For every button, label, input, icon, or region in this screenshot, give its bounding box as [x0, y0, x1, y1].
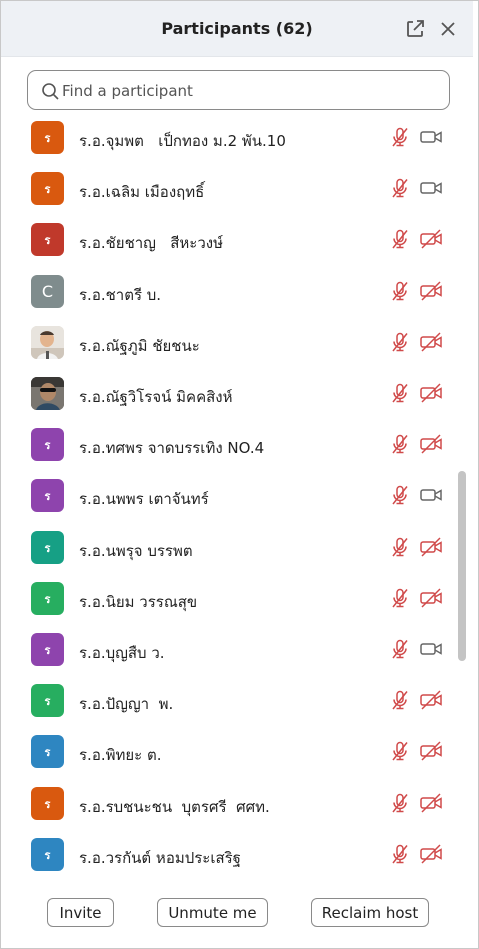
avatar: ร — [31, 172, 64, 205]
avatar: ร — [31, 531, 64, 564]
participant-name: ร.อ.พิทยะ ต. — [79, 746, 162, 764]
panel-title: Participants (62) — [161, 19, 313, 38]
mic-muted-icon[interactable] — [389, 331, 411, 353]
participant-name: ร.อ.วรกันต์ หอมประเสริฐ — [79, 849, 241, 867]
video-off-icon[interactable] — [419, 843, 443, 865]
participant-name: ร.อ.ปัญญา พ. — [79, 695, 174, 713]
participant-name: ร.อ.บุญสืบ ว. — [79, 644, 165, 662]
video-camera-icon[interactable] — [419, 126, 443, 148]
scrollbar-thumb[interactable] — [458, 471, 466, 661]
participant-row[interactable]: ร ร.อ.ทศพร จาดบรรเทิง NO.4 — [1, 420, 466, 471]
search-box — [27, 70, 450, 110]
avatar: ร — [31, 838, 64, 871]
mic-muted-icon[interactable] — [389, 843, 411, 865]
video-off-icon[interactable] — [419, 433, 443, 455]
popout-icon[interactable] — [404, 18, 426, 40]
participant-name: ร.อ.นิยม วรรณสุข — [79, 593, 198, 611]
mic-muted-icon[interactable] — [389, 382, 411, 404]
avatar: ร — [31, 479, 64, 512]
video-camera-icon[interactable] — [419, 638, 443, 660]
participant-row[interactable]: ร.อ.ณัฐภูมิ ชัยชนะ — [1, 318, 466, 369]
video-off-icon[interactable] — [419, 331, 443, 353]
avatar-photo — [31, 326, 64, 359]
unmute-me-button[interactable]: Unmute me — [157, 898, 268, 927]
participants-panel: Participants (62) ร ร.อ.จุมพต เป็กทอง ม.2… — [0, 0, 479, 949]
participant-row[interactable]: ร ร.อ.วรกันต์ หอมประเสริฐ — [1, 830, 466, 879]
participant-name: ร.อ.นพรุจ บรรพต — [79, 542, 193, 560]
avatar: ร — [31, 787, 64, 820]
mic-muted-icon[interactable] — [389, 689, 411, 711]
avatar: ร — [31, 582, 64, 615]
video-off-icon[interactable] — [419, 228, 443, 250]
video-camera-icon[interactable] — [419, 177, 443, 199]
panel-footer: Invite Unmute me Reclaim host — [1, 881, 473, 941]
video-off-icon[interactable] — [419, 382, 443, 404]
participant-name: ร.อ.จุมพต เป็กทอง ม.2 พัน.10 — [79, 132, 286, 150]
video-off-icon[interactable] — [419, 792, 443, 814]
avatar: ร — [31, 428, 64, 461]
mic-muted-icon[interactable] — [389, 638, 411, 660]
participant-row[interactable]: ร ร.อ.จุมพต เป็กทอง ม.2 พัน.10 — [1, 113, 466, 164]
participant-row[interactable]: ร ร.อ.นพรุจ บรรพต — [1, 523, 466, 574]
mic-muted-icon[interactable] — [389, 433, 411, 455]
avatar: ร — [31, 684, 64, 717]
participant-row[interactable]: ร ร.อ.ชัยชาญ สีหะวงษ์ — [1, 215, 466, 266]
mic-muted-icon[interactable] — [389, 484, 411, 506]
mic-muted-icon[interactable] — [389, 792, 411, 814]
video-off-icon[interactable] — [419, 587, 443, 609]
participant-row[interactable]: ร ร.อ.นพพร เตาจันทร์ — [1, 471, 466, 522]
participant-name: ร.อ.ชาตรี บ. — [79, 286, 162, 304]
participant-row[interactable]: ร ร.อ.พิทยะ ต. — [1, 727, 466, 778]
invite-button[interactable]: Invite — [47, 898, 114, 927]
video-off-icon[interactable] — [419, 689, 443, 711]
participant-row[interactable]: ร ร.อ.รบชนะชน บุตรศรี ศศท. — [1, 779, 466, 830]
participant-name: ร.อ.นพพร เตาจันทร์ — [79, 490, 209, 508]
video-off-icon[interactable] — [419, 740, 443, 762]
participant-name: ร.อ.ทศพร จาดบรรเทิง NO.4 — [79, 439, 265, 457]
panel-header: Participants (62) — [1, 1, 473, 57]
mic-muted-icon[interactable] — [389, 587, 411, 609]
avatar: ร — [31, 633, 64, 666]
participant-name: ร.อ.เฉลิม เมืองฤทธิ์ — [79, 183, 205, 201]
mic-muted-icon[interactable] — [389, 740, 411, 762]
participant-row[interactable]: ร.อ.ณัฐวิโรจน์ มิคคสิงห์ — [1, 369, 466, 420]
participant-row[interactable]: ร ร.อ.เฉลิม เมืองฤทธิ์ — [1, 164, 466, 215]
participant-name: ร.อ.ณัฐภูมิ ชัยชนะ — [79, 337, 200, 355]
mic-muted-icon[interactable] — [389, 280, 411, 302]
mic-muted-icon[interactable] — [389, 228, 411, 250]
avatar: C — [31, 275, 64, 308]
search-input[interactable] — [62, 79, 442, 103]
participant-row[interactable]: ร ร.อ.นิยม วรรณสุข — [1, 574, 466, 625]
mic-muted-icon[interactable] — [389, 126, 411, 148]
video-off-icon[interactable] — [419, 536, 443, 558]
participant-row[interactable]: ร ร.อ.ปัญญา พ. — [1, 676, 466, 727]
participant-name: ร.อ.ณัฐวิโรจน์ มิคคสิงห์ — [79, 388, 233, 406]
participant-row[interactable]: C ร.อ.ชาตรี บ. — [1, 267, 466, 318]
participant-row[interactable]: ร ร.อ.บุญสืบ ว. — [1, 625, 466, 676]
video-camera-icon[interactable] — [419, 484, 443, 506]
mic-muted-icon[interactable] — [389, 177, 411, 199]
participant-name: ร.อ.ชัยชาญ สีหะวงษ์ — [79, 234, 223, 252]
avatar: ร — [31, 223, 64, 256]
avatar: ร — [31, 121, 64, 154]
participant-list: รร.อ.จุมพต เป็กทอง ม.2 พัน.10 รร.อ.เฉลิม… — [1, 113, 466, 879]
search-icon — [40, 81, 60, 101]
reclaim-host-button[interactable]: Reclaim host — [311, 898, 429, 927]
participant-name: ร.อ.รบชนะชน บุตรศรี ศศท. — [79, 798, 270, 816]
avatar-photo — [31, 377, 64, 410]
close-icon[interactable] — [437, 18, 459, 40]
avatar: ร — [31, 735, 64, 768]
video-off-icon[interactable] — [419, 280, 443, 302]
mic-muted-icon[interactable] — [389, 536, 411, 558]
